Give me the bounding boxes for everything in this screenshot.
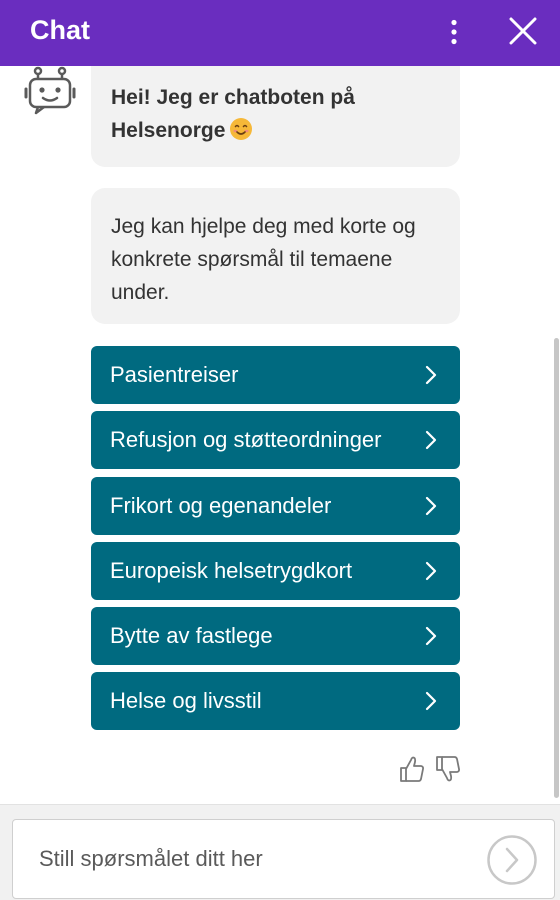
chevron-right-icon xyxy=(425,496,437,515)
greeting-line-2: Helsenorge xyxy=(111,119,226,142)
topic-button-pasientreiser[interactable]: Pasientreiser xyxy=(91,346,460,404)
topic-button-frikort[interactable]: Frikort og egenandeler xyxy=(91,476,460,535)
chevron-right-icon xyxy=(425,365,437,385)
more-vertical-icon xyxy=(451,19,457,45)
scrollbar-thumb[interactable] xyxy=(554,338,559,798)
chevron-right-icon xyxy=(425,692,437,711)
topic-label: Europeisk helsetrygdkort xyxy=(110,557,353,583)
close-button[interactable] xyxy=(504,12,542,50)
robot-icon xyxy=(24,66,76,115)
chat-header: Chat xyxy=(0,0,560,66)
topic-label: Helse og livsstil xyxy=(110,688,262,714)
intro-text: Jeg kan hjelpe deg med korte og konkrete… xyxy=(111,215,416,304)
bot-message-greeting: Hei! Jeg er chatboten på Helsenorge xyxy=(91,66,460,167)
bot-message-intro: Jeg kan hjelpe deg med korte og konkrete… xyxy=(91,188,460,324)
thumbs-up-icon[interactable] xyxy=(398,754,426,784)
topic-button-refusjon[interactable]: Refusjon og støtteordninger xyxy=(91,411,460,470)
header-title: Chat xyxy=(30,15,90,45)
send-icon[interactable] xyxy=(486,834,538,886)
close-icon xyxy=(509,17,537,45)
topic-button-fastlege[interactable]: Bytte av fastlege xyxy=(91,607,460,666)
topic-button-livsstil[interactable]: Helse og livsstil xyxy=(91,672,460,731)
topic-label: Pasientreiser xyxy=(110,362,239,387)
message-input-container xyxy=(12,819,555,899)
topic-button-list: Pasientreiser Refusjon og støtteordninge… xyxy=(91,346,460,738)
message-input[interactable] xyxy=(37,820,477,898)
smiling-face-emoji-icon xyxy=(230,118,253,140)
chevron-right-icon xyxy=(425,431,437,450)
chevron-right-icon xyxy=(425,627,437,646)
greeting-line-1: Hei! Jeg er chatboten på xyxy=(111,86,355,109)
topic-label: Frikort og egenandeler xyxy=(110,492,332,518)
topic-button-helsetrygdkort[interactable]: Europeisk helsetrygdkort xyxy=(91,541,460,600)
thumbs-down-icon[interactable] xyxy=(434,754,462,784)
chat-input-footer xyxy=(0,804,560,900)
more-options-button[interactable] xyxy=(438,14,470,50)
chat-messages-area[interactable]: Hei! Jeg er chatboten på Helsenorge Jeg … xyxy=(0,66,560,804)
topic-label: Bytte av fastlege xyxy=(110,623,273,649)
topic-label: Refusjon og støtteordninger xyxy=(110,427,382,453)
chevron-right-icon xyxy=(425,561,437,580)
